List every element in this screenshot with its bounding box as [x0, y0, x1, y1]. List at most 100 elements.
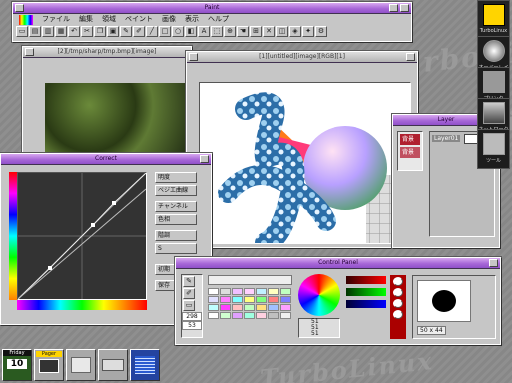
- files-icon[interactable]: [66, 349, 96, 381]
- terminal-icon[interactable]: [130, 349, 160, 381]
- palette-icon[interactable]: [19, 14, 33, 25]
- swatch[interactable]: [220, 312, 231, 319]
- s-button[interactable]: S: [155, 243, 197, 254]
- swatch[interactable]: [280, 312, 291, 319]
- print-icon[interactable]: ▦: [55, 26, 67, 37]
- drawing-canvas[interactable]: [199, 82, 411, 244]
- pager[interactable]: Pager: [34, 349, 64, 381]
- window-menu-button[interactable]: [189, 53, 198, 61]
- menu-view[interactable]: 表示: [185, 15, 199, 24]
- red-slider[interactable]: [346, 276, 386, 284]
- swatch[interactable]: [232, 312, 243, 319]
- hue-button[interactable]: 色相: [155, 214, 197, 225]
- preset-button[interactable]: [393, 299, 403, 308]
- swatch[interactable]: [280, 288, 291, 295]
- text-icon[interactable]: A: [198, 26, 210, 37]
- swatch[interactable]: [244, 304, 255, 311]
- copy-icon[interactable]: ❐: [94, 26, 106, 37]
- swatch[interactable]: [268, 304, 279, 311]
- swatch[interactable]: [208, 288, 219, 295]
- undo-icon[interactable]: ↶: [68, 26, 80, 37]
- canvas-window[interactable]: [1][untitled][image][RGB][1]: [186, 51, 418, 248]
- swatch[interactable]: [220, 304, 231, 311]
- layer-list[interactable]: 背景 背景: [397, 131, 423, 171]
- swatch[interactable]: [268, 312, 279, 319]
- hand-icon[interactable]: ☚: [237, 26, 249, 37]
- swatch[interactable]: [220, 288, 231, 295]
- maximize-button[interactable]: [406, 53, 415, 61]
- filter-icon[interactable]: ◈: [289, 26, 301, 37]
- window-menu-button[interactable]: [15, 4, 24, 12]
- preset-button[interactable]: [393, 288, 403, 297]
- pencil-icon[interactable]: ✎: [120, 26, 132, 37]
- settings-icon[interactable]: ⚙: [315, 26, 327, 37]
- swatch[interactable]: [280, 304, 291, 311]
- window-menu-button[interactable]: [25, 48, 34, 56]
- side-icon-tools[interactable]: ツール: [477, 129, 510, 169]
- tone-button[interactable]: 階調: [155, 230, 197, 241]
- paint-window-titlebar[interactable]: Paint: [13, 3, 411, 14]
- menu-edit[interactable]: 編集: [79, 15, 93, 24]
- bezier-button[interactable]: ベジエ曲線: [155, 185, 197, 196]
- brush-shapes[interactable]: [208, 275, 292, 285]
- effect-icon[interactable]: ✦: [302, 26, 314, 37]
- photo-window-titlebar[interactable]: [2][/tmp/sharp/tmp.bmp][image]: [23, 47, 191, 58]
- control-panel-window[interactable]: Control Panel ✎ ✐ ▭ 298 53 51 51 51 50 x 4…: [175, 257, 501, 345]
- cut-icon[interactable]: ✂: [81, 26, 93, 37]
- layer-icon[interactable]: ◫: [276, 26, 288, 37]
- photo-window[interactable]: [2][/tmp/sharp/tmp.bmp][image]: [22, 46, 192, 156]
- menu-paint[interactable]: ペイント: [125, 15, 153, 24]
- brush-icon[interactable]: ✎: [183, 276, 195, 287]
- preset-button[interactable]: [393, 310, 403, 319]
- pencil-icon[interactable]: ✐: [183, 288, 195, 299]
- swatch[interactable]: [208, 312, 219, 319]
- control-panel-titlebar[interactable]: Control Panel: [176, 258, 500, 269]
- save-icon[interactable]: ▥: [42, 26, 54, 37]
- new-icon[interactable]: ▭: [16, 26, 28, 37]
- pager-desktop[interactable]: [39, 359, 59, 373]
- line-icon[interactable]: ╱: [146, 26, 158, 37]
- swatch-grid[interactable]: [208, 288, 291, 319]
- fill-icon[interactable]: ◧: [185, 26, 197, 37]
- color-wheel[interactable]: [298, 274, 340, 316]
- menu-help[interactable]: ヘルプ: [208, 15, 229, 24]
- ellipse-icon[interactable]: ○: [172, 26, 184, 37]
- swatch[interactable]: [232, 288, 243, 295]
- layer-edit-icon[interactable]: [464, 134, 478, 144]
- layer-row[interactable]: 背景: [400, 134, 420, 145]
- swatch[interactable]: [244, 288, 255, 295]
- swatch[interactable]: [244, 312, 255, 319]
- zoom-icon[interactable]: ⊕: [224, 26, 236, 37]
- correct-window-titlebar[interactable]: Correct: [1, 154, 211, 165]
- swatch[interactable]: [208, 304, 219, 311]
- swatch[interactable]: [220, 296, 231, 303]
- canvas-window-titlebar[interactable]: [1][untitled][image][RGB][1]: [187, 52, 417, 63]
- curve-point[interactable]: [91, 223, 95, 227]
- paint-window[interactable]: Paint ファイル 編集 領域 ペイント 画像 表示 ヘルプ ▭ ▤ ▥ ▦ ↶ ✂ ❐ ▣…: [12, 2, 412, 42]
- blue-slider[interactable]: [346, 300, 386, 308]
- open-icon[interactable]: ▤: [29, 26, 41, 37]
- menu-file[interactable]: ファイル: [42, 15, 70, 24]
- curve-point[interactable]: [112, 201, 116, 205]
- swatch[interactable]: [232, 296, 243, 303]
- close-icon[interactable]: ✕: [263, 26, 275, 37]
- swatch[interactable]: [244, 296, 255, 303]
- swatch[interactable]: [256, 288, 267, 295]
- swatch[interactable]: [280, 296, 291, 303]
- paste-icon[interactable]: ▣: [107, 26, 119, 37]
- swatch[interactable]: [268, 288, 279, 295]
- brush-icon[interactable]: ✐: [133, 26, 145, 37]
- eraser-icon[interactable]: ▭: [183, 300, 195, 311]
- side-icon-turbolinux[interactable]: TurboLinux: [477, 0, 510, 40]
- rgb-sliders[interactable]: [346, 276, 386, 314]
- clock[interactable]: Friday 10: [2, 349, 32, 381]
- maximize-button[interactable]: [400, 4, 409, 12]
- channel-button[interactable]: チャンネル: [155, 201, 197, 212]
- curve-graph[interactable]: [17, 172, 147, 300]
- brightness-button[interactable]: 明度: [155, 172, 197, 183]
- drive-icon[interactable]: [98, 349, 128, 381]
- close-button[interactable]: [489, 259, 498, 267]
- preset-button[interactable]: [393, 277, 403, 286]
- swatch[interactable]: [268, 296, 279, 303]
- curve-point[interactable]: [48, 266, 52, 270]
